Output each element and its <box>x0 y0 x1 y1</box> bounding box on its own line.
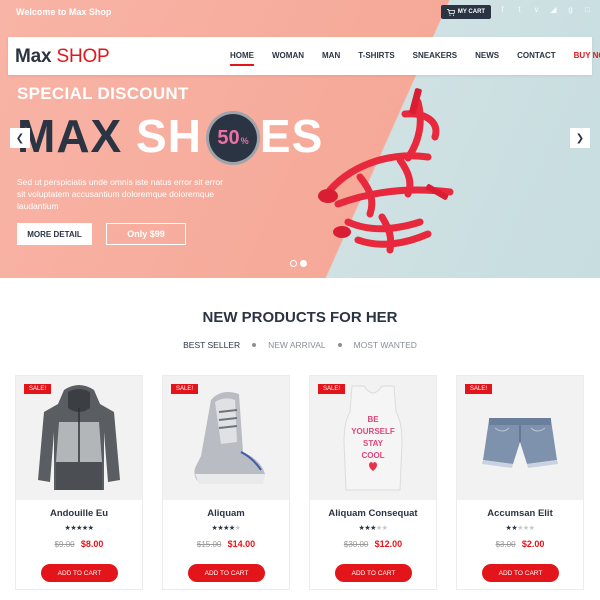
add-to-cart-button[interactable]: ADD TO CART <box>482 564 559 582</box>
nav-t-shirts[interactable]: T-SHIRTS <box>358 37 394 75</box>
slider-dot-1[interactable] <box>290 260 297 267</box>
my-cart-label: MY CART <box>457 9 486 15</box>
site-logo[interactable]: Max SHOP <box>15 46 110 68</box>
vimeo-icon[interactable]: v <box>532 5 541 14</box>
chevron-left-icon: ❮ <box>15 132 25 144</box>
tank-text-line3: STAY <box>363 439 384 448</box>
nav-buy-now[interactable]: BUY NOW <box>574 37 600 75</box>
current-price: $2.00 <box>521 539 545 549</box>
nav-woman[interactable]: WOMAN <box>272 37 304 75</box>
product-image[interactable] <box>457 376 583 500</box>
old-price: $15.00 <box>196 540 222 549</box>
current-price: $8.00 <box>80 539 104 549</box>
product-prices: $30.00 $12.00 <box>310 539 436 549</box>
add-to-cart-button[interactable]: ADD TO CART <box>41 564 118 582</box>
product-prices: $15.00 $14.00 <box>163 539 289 549</box>
old-price: $9.00 <box>54 540 75 549</box>
social-links: f t v ◢ g □ <box>498 5 592 14</box>
old-price: $3.00 <box>495 540 516 549</box>
product-card[interactable]: SALE! Aliquam ★★★★★ $15.00 $14.00 ADD TO… <box>162 375 290 590</box>
product-image[interactable] <box>16 376 142 500</box>
tank-top-image: BE YOURSELF STAY COOL <box>343 385 403 491</box>
discount-value: 50 <box>217 126 240 149</box>
tank-text-line4: COOL <box>361 451 384 460</box>
main-menu: HOME WOMAN MAN T-SHIRTS SNEAKERS NEWS CO… <box>230 37 600 75</box>
discount-percent: % <box>240 136 249 146</box>
price-button[interactable]: Only $99 <box>106 223 186 245</box>
logo-shop: SHOP <box>56 46 110 67</box>
product-image[interactable] <box>163 376 289 500</box>
product-image[interactable]: BE YOURSELF STAY COOL <box>310 376 436 500</box>
sale-badge: SALE! <box>24 384 52 394</box>
old-price: $30.00 <box>343 540 369 549</box>
my-cart-button[interactable]: MY CART <box>441 5 491 19</box>
add-to-cart-button[interactable]: ADD TO CART <box>188 564 265 582</box>
product-rating: ★★★★★ <box>358 525 388 532</box>
product-name[interactable]: Accumsan Elit <box>457 508 583 519</box>
hero-title: MAX SH ES <box>17 108 323 164</box>
facebook-icon[interactable]: f <box>498 5 507 14</box>
red-sandals-image <box>318 88 454 254</box>
logo-max: Max <box>15 46 52 67</box>
sneaker-image <box>194 392 265 484</box>
current-price: $12.00 <box>374 539 403 549</box>
product-card[interactable]: BE YOURSELF STAY COOL SALE! Aliquam Cons… <box>309 375 437 590</box>
slider-dots <box>290 260 307 267</box>
filter-most-wanted[interactable]: MOST WANTED <box>354 340 417 350</box>
hero-title-max: MAX <box>17 110 123 162</box>
current-price: $14.00 <box>227 539 256 549</box>
hoodie-image <box>38 385 120 490</box>
tank-text-line2: YOURSELF <box>351 427 395 436</box>
product-rating: ★★★★★ <box>64 525 94 532</box>
hero-description: Sed ut perspiciatis unde omnis iste natu… <box>17 177 223 211</box>
product-name[interactable]: Andouille Eu <box>16 508 142 519</box>
sale-badge: SALE! <box>171 384 199 394</box>
slider-prev-button[interactable]: ❮ <box>10 128 30 148</box>
top-bar: Welcome to Max Shop MY CART f t v ◢ g □ <box>0 0 600 26</box>
nav-sneakers[interactable]: SNEAKERS <box>413 37 457 75</box>
slider-dot-2[interactable] <box>300 260 307 267</box>
nav-contact[interactable]: CONTACT <box>517 37 556 75</box>
section-title: NEW PRODUCTS FOR HER <box>202 309 398 326</box>
denim-shorts-image <box>482 418 558 468</box>
product-prices: $3.00 $2.00 <box>457 539 583 549</box>
nav-news[interactable]: NEWS <box>475 37 499 75</box>
filter-separator <box>252 343 257 347</box>
hero-subtitle: SPECIAL DISCOUNT <box>17 84 189 103</box>
product-name[interactable]: Aliquam <box>163 508 289 519</box>
cart-icon <box>446 8 455 16</box>
product-filters: BEST SELLER NEW ARRIVAL MOST WANTED <box>0 340 600 350</box>
hero-title-es: ES <box>259 110 324 162</box>
tank-text-line1: BE <box>367 415 379 424</box>
sale-badge: SALE! <box>318 384 346 394</box>
nav-man[interactable]: MAN <box>322 37 340 75</box>
product-prices: $9.00 $8.00 <box>16 539 142 549</box>
main-navbar: Max SHOP HOME WOMAN MAN T-SHIRTS SNEAKER… <box>8 37 600 75</box>
welcome-text: Welcome to Max Shop <box>16 7 112 17</box>
hero-title-sh: SH <box>136 110 202 162</box>
discount-badge: 50% <box>206 111 260 165</box>
nav-home[interactable]: HOME <box>230 37 254 75</box>
add-to-cart-button[interactable]: ADD TO CART <box>335 564 412 582</box>
slider-next-button[interactable]: ❯ <box>570 128 590 148</box>
product-rating: ★★★★★ <box>505 525 535 532</box>
instagram-icon[interactable]: □ <box>583 5 592 14</box>
product-card[interactable]: SALE! Andouille Eu ★★★★★ $9.00 $8.00 ADD… <box>15 375 143 590</box>
product-name[interactable]: Aliquam Consequat <box>310 508 436 519</box>
chevron-right-icon: ❯ <box>575 132 585 144</box>
more-detail-button[interactable]: MORE DETAIL <box>17 223 92 245</box>
twitter-icon[interactable]: t <box>515 5 524 14</box>
sale-badge: SALE! <box>465 384 493 394</box>
hero-slider: Welcome to Max Shop MY CART f t v ◢ g □ … <box>0 0 600 278</box>
filter-new-arrival[interactable]: NEW ARRIVAL <box>268 340 325 350</box>
product-card[interactable]: SALE! Accumsan Elit ★★★★★ $3.00 $2.00 AD… <box>456 375 584 590</box>
product-rating: ★★★★★ <box>211 525 241 532</box>
rss-icon[interactable]: ◢ <box>549 5 558 14</box>
google-plus-icon[interactable]: g <box>566 5 575 14</box>
filter-separator <box>337 343 342 347</box>
filter-best-seller[interactable]: BEST SELLER <box>183 340 240 350</box>
